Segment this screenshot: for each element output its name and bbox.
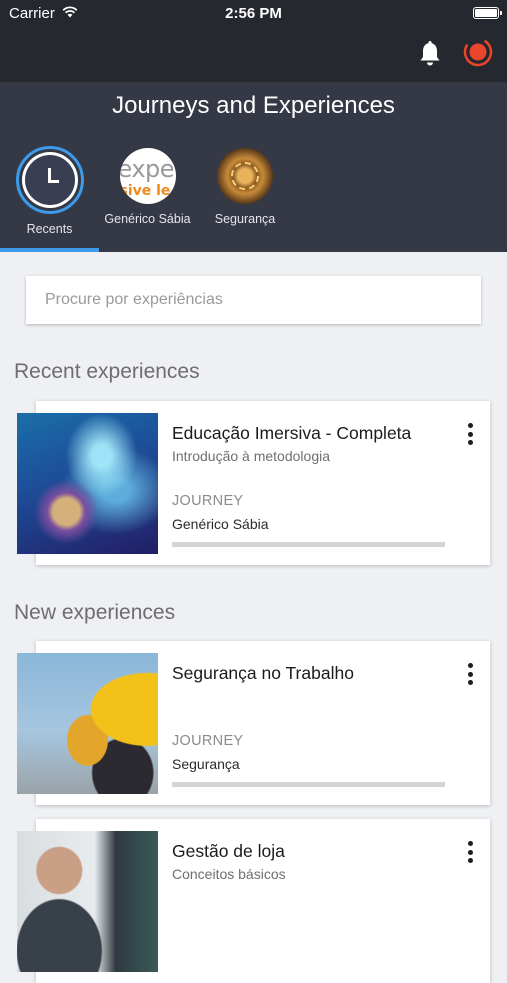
- progress-bar: [172, 542, 445, 547]
- experience-title: Gestão de loja: [172, 841, 285, 861]
- clock-time: 2:56 PM: [225, 5, 282, 22]
- battery-icon: [473, 7, 502, 19]
- top-action-bar: [0, 28, 507, 82]
- experience-author: Genérico Sábia: [172, 516, 269, 532]
- more-options-icon[interactable]: [468, 663, 474, 685]
- status-bar: Carrier 2:56 PM: [0, 0, 507, 28]
- experience-card[interactable]: Educação Imersiva - Completa Introdução …: [17, 401, 490, 565]
- journeys-header: Journeys and Experiences Recents expe si…: [0, 82, 507, 252]
- experience-thumbnail: [17, 413, 158, 554]
- experience-subtitle: Introdução à metodologia: [172, 448, 330, 464]
- category-label: Segurança: [214, 212, 276, 226]
- experience-title: Educação Imersiva - Completa: [172, 423, 412, 443]
- experience-title: Segurança no Trabalho: [172, 663, 354, 683]
- experience-thumbnail: [17, 653, 158, 794]
- progress-bar: [172, 782, 445, 787]
- category-generico-sabia[interactable]: expe sive le Genérico Sábia: [100, 148, 195, 226]
- selected-tab-indicator: [0, 248, 99, 252]
- more-options-icon[interactable]: [468, 423, 474, 445]
- experience-card[interactable]: Gestão de loja Conceitos básicos: [17, 819, 490, 983]
- search-input[interactable]: Procure por experiências: [26, 276, 481, 324]
- category-label: Recents: [26, 222, 73, 236]
- clock-icon: [15, 146, 84, 214]
- category-image: expe sive le: [119, 148, 176, 204]
- experience-thumbnail: [17, 831, 158, 972]
- more-options-icon[interactable]: [468, 841, 474, 863]
- bell-icon[interactable]: [417, 40, 443, 68]
- record-icon[interactable]: [463, 37, 493, 67]
- experience-subtitle: Conceitos básicos: [172, 866, 286, 882]
- category-label: Genérico Sábia: [104, 212, 191, 226]
- category-seguranca[interactable]: Segurança: [205, 148, 285, 226]
- section-title-recent: Recent experiences: [14, 360, 200, 383]
- experience-author: Segurança: [172, 756, 240, 772]
- experience-type: JOURNEY: [172, 733, 244, 749]
- section-title-new: New experiences: [14, 601, 176, 624]
- category-recents[interactable]: Recents: [0, 146, 99, 236]
- page-title: Journeys and Experiences: [112, 92, 395, 119]
- experience-type: JOURNEY: [172, 493, 244, 509]
- category-image: [217, 148, 273, 204]
- experience-card[interactable]: Segurança no Trabalho JOURNEY Segurança: [17, 641, 490, 805]
